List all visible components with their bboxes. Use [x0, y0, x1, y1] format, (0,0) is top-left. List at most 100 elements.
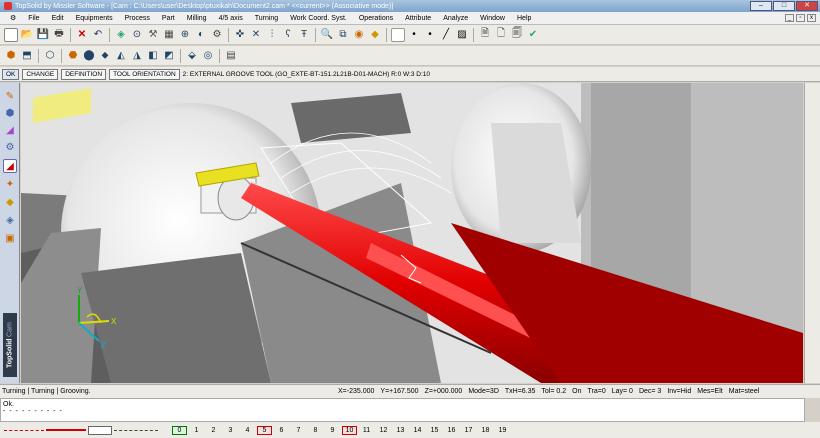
layer-9[interactable]: 9 — [325, 427, 340, 434]
gear-icon[interactable]: ⚙ — [210, 28, 224, 42]
machine-icon[interactable]: ⬒ — [20, 49, 34, 63]
drawing-icon[interactable]: 🗐 — [510, 28, 524, 42]
point-style-icon[interactable]: • — [407, 28, 421, 42]
parting-icon[interactable]: ◧ — [146, 49, 160, 63]
turning-icon[interactable]: ◢ — [3, 159, 17, 173]
open-icon[interactable]: 📂 — [20, 28, 34, 42]
material[interactable]: Mat=steel — [729, 388, 760, 395]
measure-mode[interactable]: Mes=Elt — [697, 388, 722, 395]
tolerance[interactable]: Tol= 0.2 — [541, 388, 566, 395]
menu-turning[interactable]: Turning — [249, 15, 284, 22]
on-toggle[interactable]: On — [572, 388, 581, 395]
change-button[interactable]: CHANGE — [22, 68, 59, 80]
menu-help[interactable]: Help — [511, 15, 537, 22]
print-icon[interactable]: 🖶 — [52, 28, 66, 42]
maximize-button[interactable]: □ — [773, 1, 795, 11]
hatch-style-icon[interactable]: ▨ — [455, 28, 469, 42]
minimize-button[interactable]: – — [750, 1, 772, 11]
menu-work-coord-syst[interactable]: Work Coord. Syst. — [284, 15, 353, 22]
milling-icon[interactable]: ✦ — [3, 177, 17, 191]
close-button[interactable]: ✕ — [796, 1, 818, 11]
menu-part[interactable]: Part — [156, 15, 181, 22]
menu-file[interactable]: File — [22, 15, 45, 22]
roughing-icon[interactable]: ⬣ — [66, 49, 80, 63]
3d-viewport[interactable]: Y X Z — [21, 83, 803, 383]
hook-icon[interactable]: ʕ — [281, 28, 295, 42]
definition-button[interactable]: DEFINITION — [61, 68, 107, 80]
zoom-icon[interactable]: ⊙ — [130, 28, 144, 42]
line-thickness[interactable] — [88, 425, 112, 435]
ok-button[interactable]: OK — [2, 68, 20, 80]
layer-15[interactable]: 15 — [427, 427, 442, 434]
cam-scene[interactable]: Y X Z — [21, 83, 803, 383]
layer-7[interactable]: 7 — [291, 427, 306, 434]
mdi-minimize-button[interactable]: _ — [785, 14, 794, 22]
workpiece-icon[interactable]: ⬡ — [43, 49, 57, 63]
assembly-icon[interactable]: ⚙ — [3, 140, 17, 154]
color-swatch[interactable] — [391, 27, 405, 42]
menu-analyze[interactable]: Analyze — [437, 15, 474, 22]
stock-icon[interactable]: ⬢ — [4, 49, 18, 63]
grooving-icon[interactable]: ◮ — [130, 49, 144, 63]
line-style-icon[interactable]: ╱ — [439, 28, 453, 42]
shade-icon[interactable]: ◆ — [368, 28, 382, 42]
render-icon[interactable]: ◉ — [352, 28, 366, 42]
menu-4-5-axis[interactable]: 4/5 axis — [213, 15, 249, 22]
line-type-3[interactable] — [114, 429, 158, 431]
menu-edit[interactable]: Edit — [46, 15, 70, 22]
text-height[interactable]: TxH=6.35 — [505, 388, 536, 395]
post-icon[interactable]: ▣ — [3, 231, 17, 245]
axis-icon[interactable]: ⊕ — [178, 28, 192, 42]
layer-16[interactable]: 16 — [444, 427, 459, 434]
menu-milling[interactable]: Milling — [181, 15, 213, 22]
layer-6[interactable]: 6 — [274, 427, 289, 434]
fit-icon[interactable]: ⧉ — [336, 28, 350, 42]
drilling-icon[interactable]: ⬥ — [98, 49, 112, 63]
layer-11[interactable]: 11 — [359, 427, 374, 434]
simulate-icon[interactable]: ◩ — [162, 49, 176, 63]
layer-17[interactable]: 17 — [461, 427, 476, 434]
finishing-icon[interactable]: ⬤ — [82, 49, 96, 63]
mark-style-icon[interactable]: • — [423, 28, 437, 42]
layer-14[interactable]: 14 — [410, 427, 425, 434]
layer-19[interactable]: 19 — [495, 427, 510, 434]
menu-equipments[interactable]: Equipments — [70, 15, 119, 22]
filter-icon[interactable]: ⫶ — [265, 28, 279, 42]
layer-10[interactable]: 10 — [342, 425, 357, 435]
menu-process[interactable]: Process — [119, 15, 156, 22]
layer-4[interactable]: 4 — [240, 427, 255, 434]
delete-icon[interactable]: ✕ — [75, 28, 89, 42]
nc-output-icon[interactable]: ▤ — [224, 49, 238, 63]
mode-3d[interactable]: Mode=3D — [468, 388, 499, 395]
target-icon[interactable]: ◎ — [201, 49, 215, 63]
menu-operations[interactable]: Operations — [353, 15, 399, 22]
shape-icon[interactable]: ⬢ — [3, 106, 17, 120]
sim-icon[interactable]: ◐ — [194, 28, 208, 42]
layer-1[interactable]: 1 — [189, 427, 204, 434]
tool-orientation-button[interactable]: TOOL ORIENTATION — [109, 68, 180, 80]
grid-icon[interactable]: ▦ — [162, 28, 176, 42]
mdi-restore-button[interactable]: ▫ — [796, 14, 805, 22]
cross-icon[interactable]: ✕ — [249, 28, 263, 42]
decimals[interactable]: Dec= 3 — [639, 388, 661, 395]
verify-icon[interactable]: ◈ — [3, 213, 17, 227]
transparency[interactable]: Tra=0 — [587, 388, 605, 395]
design-icon[interactable]: ◢ — [3, 123, 17, 137]
undo-icon[interactable]: ↶ — [91, 28, 105, 42]
layer-5[interactable]: 5 — [257, 425, 272, 435]
sketch-icon[interactable]: ✎ — [3, 89, 17, 103]
check-icon[interactable]: ✔ — [526, 28, 540, 42]
layer-2[interactable]: 2 — [206, 427, 221, 434]
new-icon[interactable] — [4, 27, 18, 42]
layer-13[interactable]: 13 — [393, 427, 408, 434]
doc-icon[interactable]: 🗎 — [478, 28, 492, 42]
vertical-scrollbar[interactable] — [804, 83, 820, 383]
layer-12[interactable]: 12 — [376, 427, 391, 434]
mdi-close-button[interactable]: x — [807, 14, 816, 22]
threading-icon[interactable]: ◭ — [114, 49, 128, 63]
tool-icon[interactable]: ⚒ — [146, 28, 160, 42]
part-icon[interactable]: 🗋 — [494, 28, 508, 42]
settings-icon[interactable]: ⬙ — [185, 49, 199, 63]
text-icon[interactable]: Ŧ — [297, 28, 311, 42]
app-menu-icon[interactable]: ⚙ — [4, 14, 22, 22]
